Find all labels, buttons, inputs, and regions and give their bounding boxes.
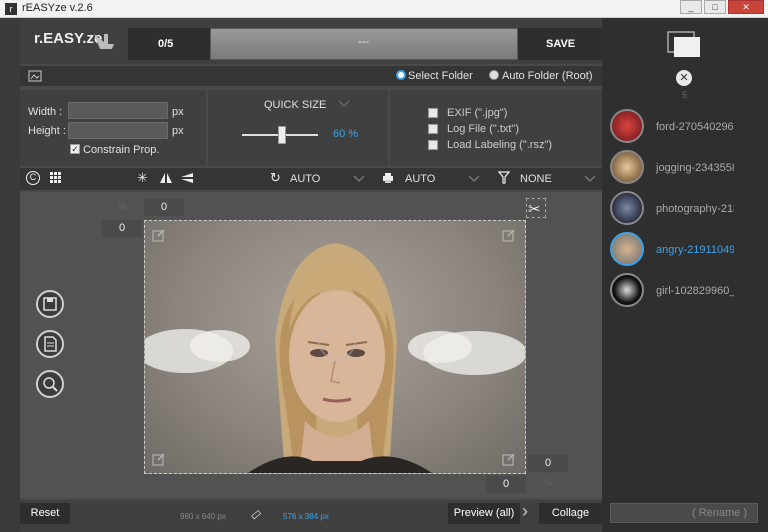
quick-size-slider-handle[interactable] [278, 126, 286, 144]
collage-button[interactable]: Collage [539, 503, 602, 524]
main-panel: r.EASY.ze 0/5 --- SAVE Select Folder Aut… [20, 18, 602, 532]
flip-horizontal-icon[interactable] [159, 172, 173, 184]
file-thumb-2 [610, 150, 644, 184]
save-image-button[interactable] [36, 290, 64, 318]
edit-corner-top-right-icon[interactable] [502, 228, 516, 242]
width-input[interactable] [68, 102, 168, 119]
log-file-checkbox[interactable] [428, 124, 438, 134]
rotate-chevron-icon[interactable] [353, 175, 365, 183]
height-label: Height : [28, 125, 66, 137]
original-size-text: 960 x 640 px [180, 512, 226, 521]
copy-stack-icon[interactable] [666, 30, 702, 60]
file-label-1[interactable]: ford-2705402960 [656, 121, 734, 133]
file-thumb-3 [610, 191, 644, 225]
title-bar: r rEASYze v.2.6 _ □ ✕ [0, 0, 768, 18]
filter-value[interactable]: NONE [520, 173, 552, 185]
print-chevron-icon[interactable] [468, 175, 480, 183]
file-item-2[interactable] [610, 150, 644, 184]
preview-all-button[interactable]: Preview (all) [448, 503, 520, 524]
select-folder-label: Select Folder [408, 70, 473, 82]
grid-icon[interactable] [50, 172, 62, 184]
auto-folder-radio[interactable] [489, 70, 499, 80]
edit-corner-bottom-left-icon[interactable] [152, 452, 166, 466]
file-label-2[interactable]: jogging-2343558 [656, 162, 734, 174]
file-label-3[interactable]: photography-218 [656, 203, 734, 215]
hand-pointer-icon [94, 34, 114, 49]
file-thumb-1 [610, 109, 644, 143]
file-count: 5 [682, 90, 688, 100]
auto-folder-label: Auto Folder (Root) [502, 70, 593, 82]
new-size-text: 576 x 384 px [283, 512, 329, 521]
load-labeling-label: Load Labeling (".rsz") [447, 139, 553, 151]
chevron-down-icon[interactable] [338, 100, 350, 108]
image-preview[interactable] [144, 220, 526, 474]
minimize-icon[interactable]: _ [680, 0, 702, 14]
edit-corner-top-left-icon[interactable] [152, 228, 166, 242]
height-input[interactable] [68, 122, 168, 139]
exif-label: EXIF (".jpg") [447, 107, 508, 119]
file-item-4[interactable] [610, 232, 644, 266]
constrain-checkbox[interactable]: ✓ [70, 144, 80, 154]
width-unit: px [172, 106, 184, 118]
close-window-icon[interactable]: ✕ [728, 0, 764, 14]
bottom-percent-symbol: % [544, 478, 553, 489]
crop-toggle[interactable] [526, 198, 546, 218]
file-item-3[interactable] [610, 191, 644, 225]
load-labeling-checkbox[interactable] [428, 140, 438, 150]
filter-icon[interactable] [498, 171, 510, 184]
bottom-offset-field[interactable]: 0 [486, 476, 526, 493]
log-file-label: Log File (".txt") [447, 123, 519, 135]
zoom-button[interactable] [36, 370, 64, 398]
reset-button[interactable]: Reset [20, 503, 70, 524]
left-offset-field[interactable]: 0 [102, 220, 142, 237]
rotate-icon[interactable]: ↻ [270, 170, 281, 186]
exif-checkbox[interactable] [428, 108, 438, 118]
rotate-value[interactable]: AUTO [290, 173, 320, 185]
file-sidebar: ✕ 5 ford-2705402960 jogging-2343558 phot… [602, 18, 768, 532]
right-offset-field[interactable]: 0 [528, 455, 568, 472]
save-button-label: SAVE [546, 38, 576, 50]
file-item-1[interactable] [610, 109, 644, 143]
document-button[interactable] [36, 330, 64, 358]
clear-list-icon[interactable]: ✕ [676, 70, 692, 86]
document-icon [44, 336, 57, 352]
copyright-icon[interactable]: C [26, 171, 40, 185]
top-percent-symbol: % [118, 202, 127, 213]
folder-image-icon[interactable] [28, 69, 42, 82]
window-title: rEASYze v.2.6 [22, 2, 93, 14]
constrain-label: Constrain Prop. [83, 144, 160, 156]
print-value[interactable]: AUTO [405, 173, 435, 185]
edit-corner-bottom-right-icon[interactable] [502, 452, 516, 466]
portrait-image [145, 243, 525, 473]
width-label: Width : [28, 106, 63, 118]
file-thumb-4 [610, 232, 644, 266]
app-icon: r [5, 3, 17, 15]
flip-vertical-icon[interactable] [180, 172, 194, 184]
select-folder-radio[interactable] [396, 70, 406, 80]
floppy-disk-icon [43, 297, 57, 311]
file-counter: 0/5 [158, 38, 174, 50]
maximize-icon[interactable]: □ [704, 0, 726, 14]
chevron-right-icon: › [522, 501, 528, 521]
sharpen-icon[interactable]: ✳ [137, 170, 148, 186]
filter-chevron-icon[interactable] [584, 175, 596, 183]
progress-text: --- [358, 36, 369, 48]
file-thumb-5 [610, 273, 644, 307]
rename-input[interactable]: ( Rename ) [610, 503, 758, 523]
file-label-5[interactable]: girl-102829960_7 [656, 285, 734, 297]
magnifier-icon [43, 377, 58, 392]
quick-size-value: 60 % [333, 128, 359, 140]
top-offset-field[interactable]: 0 [144, 199, 184, 216]
file-label-4-selected[interactable]: angry-219110496 [656, 244, 734, 256]
print-icon[interactable] [382, 172, 394, 184]
height-unit: px [172, 125, 184, 137]
file-item-5[interactable] [610, 273, 644, 307]
quick-size-label: QUICK SIZE [264, 99, 327, 111]
